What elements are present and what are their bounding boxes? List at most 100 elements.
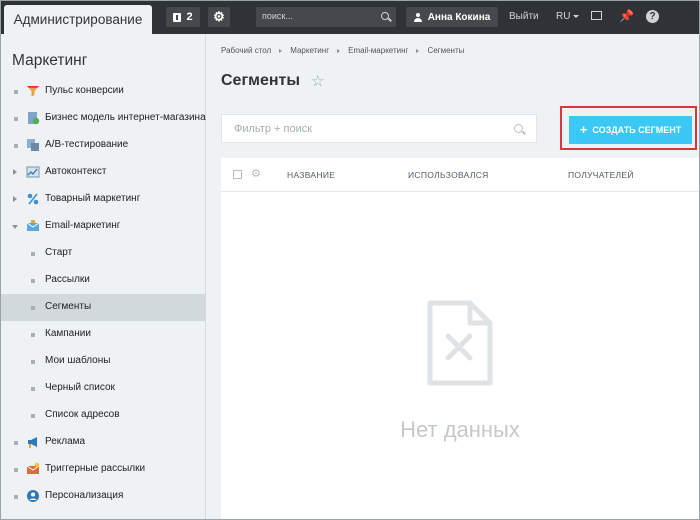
user-icon xyxy=(413,12,422,22)
create-segment-label: СОЗДАТЬ СЕГМЕНТ xyxy=(592,125,682,135)
sidebar-item-label: Старт xyxy=(45,247,73,258)
megaphone-icon xyxy=(28,437,37,448)
breadcrumb-separator-icon xyxy=(416,48,420,53)
settings-button[interactable]: ⚙ xyxy=(208,7,230,27)
chart-icon xyxy=(26,166,40,178)
search-input[interactable]: поиск... xyxy=(256,7,396,27)
sidebar-item-label: Пульс конверсии xyxy=(45,85,124,96)
sidebar-item-label: Список адресов xyxy=(45,409,120,420)
sidebar-item-conversion-pulse[interactable]: Пульс конверсии xyxy=(1,78,205,105)
app-window: Администрирование 2 ⚙ поиск... Анна Коки… xyxy=(0,0,700,520)
breadcrumb-desktop[interactable]: Рабочий стол xyxy=(221,46,271,55)
screen-icon[interactable] xyxy=(591,11,602,20)
expand-arrow-icon[interactable] xyxy=(13,169,17,175)
grid-header: ⚙ НАЗВАНИЕ ИСПОЛЬЗОВАЛСЯ ПОЛУЧАТЕЛЕЙ xyxy=(221,158,699,192)
breadcrumb-marketing[interactable]: Маркетинг xyxy=(290,46,329,55)
empty-state-text: Нет данных xyxy=(400,417,520,442)
sidebar-item-business-model[interactable]: Бизнес модель интернет-магазина xyxy=(1,105,206,132)
sidebar-item-email-marketing[interactable]: Email-маркетинг xyxy=(1,213,205,240)
pin-icon[interactable]: 📌 xyxy=(619,9,634,23)
sidebar-item-label: Товарный маркетинг xyxy=(45,193,141,204)
bullet xyxy=(31,414,35,418)
admin-tab[interactable]: Администрирование xyxy=(4,5,152,34)
user-button[interactable]: Анна Кокина xyxy=(406,7,498,27)
sidebar-item-label: Email-маркетинг xyxy=(45,220,121,231)
notifications-button[interactable]: 2 xyxy=(166,7,200,27)
breadcrumb-email-marketing[interactable]: Email-маркетинг xyxy=(348,46,408,55)
sidebar-subitem-mailings[interactable]: Рассылки xyxy=(1,267,205,294)
filter-search-input[interactable]: Фильтр + поиск xyxy=(221,114,537,143)
select-all-checkbox[interactable] xyxy=(233,170,242,179)
breadcrumb-separator-icon xyxy=(337,48,341,53)
collapse-arrow-icon[interactable] xyxy=(12,225,18,229)
ab-test-icon xyxy=(27,139,39,151)
breadcrumb-separator-icon xyxy=(279,48,283,53)
search-icon[interactable] xyxy=(514,124,523,133)
sidebar-title: Маркетинг xyxy=(12,52,88,69)
bullet xyxy=(14,117,18,121)
percent-icon xyxy=(27,193,39,205)
column-used[interactable]: ИСПОЛЬЗОВАЛСЯ xyxy=(408,170,489,180)
sidebar-item-label: Реклама xyxy=(45,436,86,447)
bullet xyxy=(31,306,35,310)
person-icon xyxy=(27,490,39,502)
sidebar-item-autocontext[interactable]: Автоконтекст xyxy=(1,159,205,186)
sidebar-subitem-campaigns[interactable]: Кампании xyxy=(1,321,205,348)
top-bar: Администрирование 2 ⚙ поиск... Анна Коки… xyxy=(1,1,699,34)
plus-icon: + xyxy=(579,122,588,137)
expand-arrow-icon[interactable] xyxy=(13,196,17,202)
trigger-mail-icon xyxy=(26,462,40,474)
notifications-count: 2 xyxy=(186,11,193,23)
search-placeholder: поиск... xyxy=(262,11,293,21)
user-name: Анна Кокина xyxy=(427,11,491,23)
sidebar-item-label: Бизнес модель интернет-магазина xyxy=(45,112,206,123)
language-select[interactable]: RU xyxy=(556,11,579,22)
create-segment-button[interactable]: + СОЗДАТЬ СЕГМЕНТ xyxy=(569,116,692,144)
gear-icon: ⚙ xyxy=(213,9,225,24)
bullet xyxy=(14,144,18,148)
bullet xyxy=(14,495,18,499)
breadcrumb-segments[interactable]: Сегменты xyxy=(427,46,464,55)
bullet xyxy=(14,468,18,472)
sidebar-item-label: Мои шаблоны xyxy=(45,355,111,366)
exit-link[interactable]: Выйти xyxy=(509,11,539,22)
sidebar-subitem-start[interactable]: Старт xyxy=(1,240,205,267)
sidebar-item-label: Автоконтекст xyxy=(45,166,107,177)
sidebar-subitem-address-list[interactable]: Список адресов xyxy=(1,402,205,429)
bullet xyxy=(14,441,18,445)
column-recipients[interactable]: ПОЛУЧАТЕЛЕЙ xyxy=(568,170,634,180)
sidebar-item-label: Кампании xyxy=(45,328,91,339)
sidebar-item-label: Рассылки xyxy=(45,274,90,285)
star-icon[interactable]: ☆ xyxy=(311,72,324,90)
sidebar-item-label: Сегменты xyxy=(45,301,92,312)
breadcrumb: Рабочий стол Маркетинг Email-маркетинг Сегм… xyxy=(221,46,464,55)
page-title: Сегменты xyxy=(221,72,301,89)
sidebar-item-label: A/B-тестирование xyxy=(45,139,129,150)
business-model-icon xyxy=(28,112,40,125)
create-button-highlight: + СОЗДАТЬ СЕГМЕНТ xyxy=(560,106,697,150)
sidebar: Маркетинг Пульс конверсии Бизнес модель … xyxy=(1,34,206,519)
sidebar-item-personalization[interactable]: Персонализация xyxy=(1,483,205,510)
sidebar-item-trigger-mailings[interactable]: Триггерные рассылки xyxy=(1,456,205,483)
sidebar-subitem-blacklist[interactable]: Черный список xyxy=(1,375,205,402)
email-icon xyxy=(26,220,40,231)
main-content: Рабочий стол Маркетинг Email-маркетинг Сегм… xyxy=(206,34,699,519)
bullet xyxy=(31,333,35,337)
bullet xyxy=(31,279,35,283)
bullet xyxy=(14,90,18,94)
help-icon[interactable]: ? xyxy=(646,10,659,23)
sidebar-item-ab-testing[interactable]: A/B-тестирование xyxy=(1,132,205,159)
search-icon[interactable] xyxy=(381,12,389,20)
gear-icon[interactable]: ⚙ xyxy=(251,167,261,180)
empty-document-icon xyxy=(427,300,493,386)
sidebar-subitem-templates[interactable]: Мои шаблоны xyxy=(1,348,205,375)
bullet xyxy=(31,387,35,391)
segments-grid: ⚙ НАЗВАНИЕ ИСПОЛЬЗОВАЛСЯ ПОЛУЧАТЕЛЕЙ Нет… xyxy=(221,158,699,519)
sidebar-item-product-marketing[interactable]: Товарный маркетинг xyxy=(1,186,205,213)
column-name[interactable]: НАЗВАНИЕ xyxy=(287,170,335,180)
sidebar-subitem-segments[interactable]: Сегменты xyxy=(1,294,205,321)
sidebar-item-advertising[interactable]: Реклама xyxy=(1,429,205,456)
sidebar-item-label: Персонализация xyxy=(45,490,124,501)
filter-placeholder: Фильтр + поиск xyxy=(234,123,313,135)
sidebar-menu: Пульс конверсии Бизнес модель интернет-м… xyxy=(1,78,206,510)
